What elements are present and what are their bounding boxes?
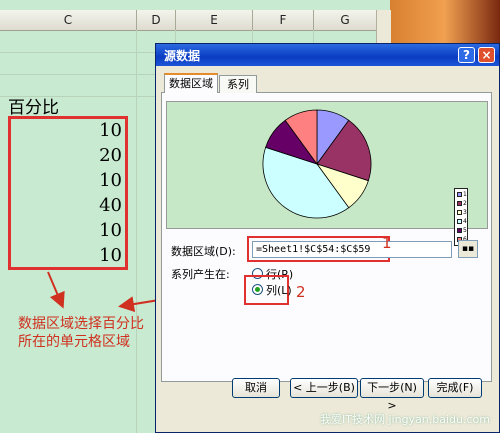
help-button[interactable]: ?: [458, 47, 475, 63]
pie-chart: [262, 109, 372, 219]
marker-1: 1: [382, 234, 392, 252]
legend-label-5: 5: [463, 227, 467, 234]
dialog-titlebar[interactable]: [156, 44, 499, 66]
legend-swatch-2: [457, 201, 462, 206]
watermark: 我爱IT技术网 jingyan.baidu.com: [320, 413, 490, 426]
back-button[interactable]: < 上一步(B): [290, 378, 358, 398]
collapse-dialog-button[interactable]: ▪▪: [458, 240, 478, 258]
next-button[interactable]: 下一步(N) >: [360, 378, 424, 412]
legend-label-3: 3: [463, 209, 467, 216]
legend-swatch-5: [457, 228, 462, 233]
source-data-dialog: 源数据 ? × 数据区域 系列 123456 数据区域(D): =Sheet1!…: [155, 43, 500, 433]
tab-data-range[interactable]: 数据区域: [164, 73, 218, 93]
finish-button[interactable]: 完成(F): [428, 378, 482, 398]
chart-preview: 123456: [166, 101, 488, 246]
legend-swatch-4: [457, 219, 462, 224]
dialog-title: 源数据: [164, 49, 201, 63]
annotation-text-line1: 数据区域选择百分比: [18, 316, 144, 332]
legend-label-4: 4: [463, 218, 467, 225]
marker-2: 2: [296, 283, 306, 301]
legend-swatch-3: [457, 210, 462, 215]
collapse-icon: ▪▪: [461, 244, 475, 254]
range-input[interactable]: =Sheet1!$C$54:$C$59: [252, 241, 452, 258]
range-label: 数据区域(D):: [171, 245, 236, 258]
arrow-to-range: [47, 271, 65, 309]
radio-columns-label[interactable]: 列(L): [266, 282, 292, 298]
chart-legend: 123456: [454, 188, 468, 246]
annotation-text-line2: 所在的单元格区域: [18, 334, 130, 350]
radio-columns[interactable]: [252, 284, 263, 295]
series-in-label: 系列产生在:: [171, 268, 230, 281]
close-button[interactable]: ×: [478, 47, 495, 63]
legend-label-1: 1: [463, 191, 467, 198]
cancel-button[interactable]: 取消: [232, 378, 280, 398]
legend-label-2: 2: [463, 200, 467, 207]
legend-swatch-1: [457, 192, 462, 197]
tab-series[interactable]: 系列: [219, 75, 257, 93]
